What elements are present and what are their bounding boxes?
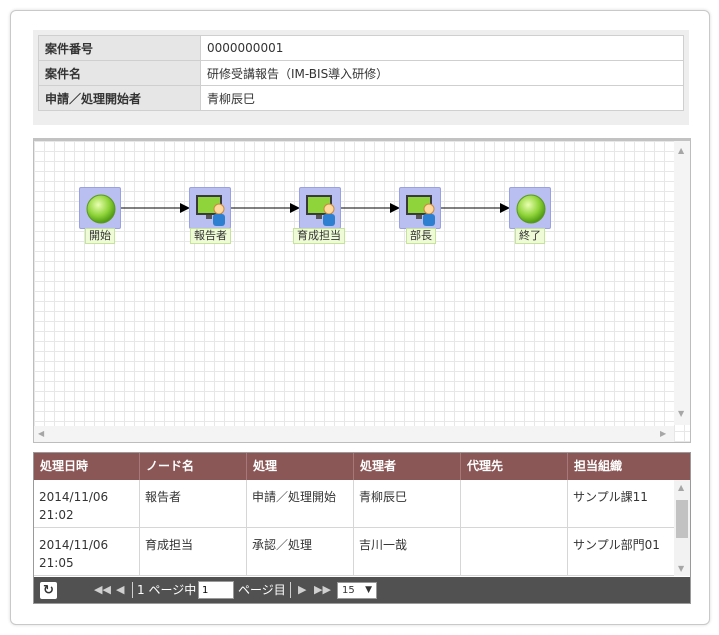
- end-circle-icon: [516, 194, 546, 224]
- column-header-node[interactable]: ノード名: [140, 453, 247, 480]
- info-value: 青柳辰巳: [200, 85, 684, 111]
- cell-org: サンプル部門01: [573, 538, 660, 552]
- scroll-left-icon[interactable]: ◀: [38, 429, 44, 439]
- info-label: 案件名: [38, 60, 201, 86]
- scrollbar-thumb[interactable]: [676, 500, 688, 538]
- last-page-icon[interactable]: ▶▶: [314, 582, 331, 598]
- scroll-down-icon[interactable]: ▼: [678, 564, 684, 574]
- next-page-icon[interactable]: ▶: [298, 582, 306, 598]
- flow-connectors: [121, 203, 510, 213]
- flow-node-start[interactable]: [79, 187, 121, 229]
- cell-datetime: 2014/11/06 21:02: [34, 480, 140, 528]
- flow-node-label: 終了: [515, 228, 545, 244]
- table-row[interactable]: 2014/11/06 21:05 育成担当 承認／処理 吉川一哉 サンプル部門0…: [34, 528, 674, 576]
- cell-date: 2014/11/06: [39, 490, 109, 504]
- pager-bar: ↻ ◀◀ ◀ 1 ページ中 ページ目 ▶ ▶▶ 15 ▼: [34, 577, 690, 603]
- scroll-down-icon[interactable]: ▼: [678, 409, 684, 419]
- flow-node-end[interactable]: [509, 187, 551, 229]
- flow-node-manager[interactable]: [399, 187, 441, 229]
- chevron-down-icon: ▼: [365, 585, 372, 595]
- table-row[interactable]: 2014/11/06 21:02 報告者 申請／処理開始 青柳辰巳 サンプル課1…: [34, 480, 674, 528]
- page-suffix-label: ページ目: [238, 583, 286, 597]
- column-header-user[interactable]: 処理者: [354, 453, 461, 480]
- info-value: 0000000001: [200, 35, 684, 61]
- info-value: 研修受講報告（IM-BIS導入研修）: [200, 60, 684, 86]
- page-size-value: 15: [342, 585, 355, 596]
- prev-page-icon[interactable]: ◀: [116, 582, 124, 598]
- cell-node: 報告者: [140, 480, 247, 528]
- refresh-icon[interactable]: ↻: [40, 582, 57, 599]
- cell-user: 吉川一哉: [354, 528, 461, 576]
- cell-user: 青柳辰巳: [354, 480, 461, 528]
- pager-divider: [132, 582, 133, 598]
- cell-action: 申請／処理開始: [247, 480, 354, 528]
- flow-node-label: 報告者: [190, 228, 231, 244]
- info-label: 案件番号: [38, 35, 201, 61]
- user-monitor-icon: [196, 195, 225, 226]
- column-header-proxy[interactable]: 代理先: [461, 453, 568, 480]
- cell-time: 21:02: [39, 508, 74, 522]
- flow-node-label: 育成担当: [293, 228, 345, 244]
- first-page-icon[interactable]: ◀◀: [94, 582, 111, 598]
- column-header-org[interactable]: 担当組織: [568, 453, 690, 480]
- page-count-label: 1 ページ中: [137, 583, 197, 597]
- scroll-right-icon[interactable]: ▶: [660, 429, 666, 439]
- info-row-applicant: 申請／処理開始者 青柳辰巳: [38, 85, 684, 111]
- flow-node-reporter[interactable]: [189, 187, 231, 229]
- grid-header: 処理日時 ノード名 処理 処理者 代理先 担当組織: [34, 453, 690, 480]
- flow-node-label: 開始: [85, 228, 115, 244]
- cell-proxy: [461, 480, 568, 528]
- cell-org: サンプル課11: [573, 490, 648, 504]
- column-header-datetime[interactable]: 処理日時: [34, 453, 140, 480]
- start-circle-icon: [86, 194, 116, 224]
- scroll-up-icon[interactable]: ▲: [678, 483, 684, 493]
- cell-time: 21:05: [39, 556, 74, 570]
- page-number-input[interactable]: [198, 581, 234, 599]
- column-header-action[interactable]: 処理: [247, 453, 354, 480]
- canvas-horizontal-scrollbar[interactable]: ◀ ▶: [34, 426, 674, 442]
- info-row-case-name: 案件名 研修受講報告（IM-BIS導入研修）: [38, 60, 684, 86]
- cell-action: 承認／処理: [247, 528, 354, 576]
- case-info-table: 案件番号 0000000001 案件名 研修受講報告（IM-BIS導入研修） 申…: [38, 35, 684, 111]
- flow-node-trainer[interactable]: [299, 187, 341, 229]
- history-grid: 処理日時 ノード名 処理 処理者 代理先 担当組織 2014/11/06 21:…: [33, 452, 691, 604]
- cell-date: 2014/11/06: [39, 538, 109, 552]
- page-size-select[interactable]: 15 ▼: [337, 582, 377, 599]
- cell-node: 育成担当: [140, 528, 247, 576]
- flow-node-label: 部長: [406, 228, 436, 244]
- cell-datetime: 2014/11/06 21:05: [34, 528, 140, 576]
- case-info-panel: 案件番号 0000000001 案件名 研修受講報告（IM-BIS導入研修） 申…: [33, 30, 689, 125]
- info-row-case-number: 案件番号 0000000001: [38, 35, 684, 61]
- user-monitor-icon: [306, 195, 335, 226]
- grid-vertical-scrollbar[interactable]: ▲ ▼: [674, 480, 690, 576]
- scroll-up-icon[interactable]: ▲: [678, 146, 684, 156]
- canvas-vertical-scrollbar[interactable]: ▲ ▼: [674, 141, 690, 425]
- flow-diagram-canvas[interactable]: 開始 報告者 育成担当 部長 終了 ▲ ▼ ◀ ▶: [33, 138, 691, 443]
- cell-proxy: [461, 528, 568, 576]
- info-label: 申請／処理開始者: [38, 85, 201, 111]
- pager-divider: [290, 582, 291, 598]
- user-monitor-icon: [406, 195, 435, 226]
